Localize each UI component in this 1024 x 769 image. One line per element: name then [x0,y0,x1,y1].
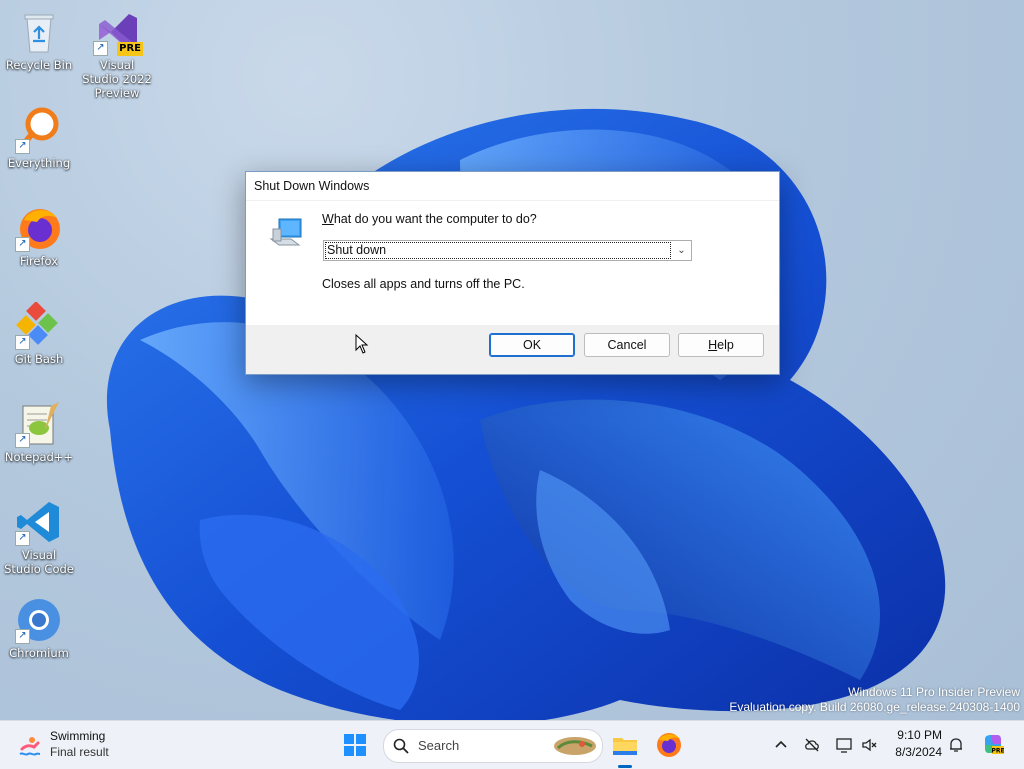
prompt-access-key: W [322,212,334,226]
action-description: Closes all apps and turns off the PC. [322,277,525,291]
desktop-icon-label: Chromium [9,646,69,660]
weather-subtitle: Final result [50,745,109,759]
taskbar-search-box[interactable]: Search [383,729,603,763]
desktop-icon-everything[interactable]: ↗ Everything [2,106,76,170]
desktop-icon-firefox[interactable]: ↗ Firefox [2,204,76,268]
shutdown-action-dropdown[interactable]: Shut down ⌄ [323,240,692,261]
clock-time: 9:10 PM [897,728,942,742]
shut-down-dialog: Shut Down Windows What do you want the c… [245,171,780,375]
desktop-icon-visual-studio-code[interactable]: ↗ Visual Studio Code [2,498,76,576]
help-access-key: H [708,338,718,352]
speaker-muted-icon[interactable] [861,736,879,754]
weather-widget[interactable]: Swimming Final result [18,728,148,762]
help-button[interactable]: Help [678,333,764,357]
search-placeholder: Search [418,738,460,753]
shortcut-arrow-icon: ↗ [15,629,30,644]
desktop-icon-label: Visual Studio 2022 Preview [82,58,152,100]
file-explorer-icon[interactable] [609,729,641,761]
shortcut-arrow-icon: ↗ [15,531,30,546]
dropdown-selected-value: Shut down [325,242,671,259]
system-clock[interactable]: 9:10 PM 8/3/2024 [888,727,942,761]
desktop-icon-git-bash[interactable]: ↗ Git Bash [2,301,76,366]
desktop-icon-notepad-plus-plus[interactable]: ↗ Notepad++ [2,400,76,464]
weather-title: Swimming [50,729,106,743]
ok-button[interactable]: OK [489,333,575,357]
desktop-icon-recycle-bin[interactable]: Recycle Bin [2,8,76,72]
shortcut-arrow-icon: ↗ [15,433,30,448]
help-label: elp [717,338,734,352]
git-bash-icon: ↗ [15,301,63,350]
everything-search-icon: ↗ [15,106,63,154]
computer-icon [269,218,302,246]
firefox-icon: ↗ [15,204,63,252]
clock-date: 8/3/2024 [895,745,942,759]
copilot-preview-icon[interactable]: PRE [982,733,1004,755]
evaluation-watermark: Windows 11 Pro Insider Preview Evaluatio… [729,685,1020,715]
watermark-line-2: Evaluation copy. Build 26080.ge_release.… [729,700,1020,714]
shortcut-arrow-icon: ↗ [15,139,30,154]
start-button[interactable] [343,733,367,757]
shortcut-arrow-icon: ↗ [15,335,30,350]
shortcut-arrow-icon: ↗ [15,237,30,252]
chromium-icon: ↗ [15,596,63,644]
mouse-cursor-icon [355,334,369,354]
swimming-icon [19,737,41,756]
search-highlight-image [554,737,596,755]
taskbar: Swimming Final result Search 9:10 PM 8/3… [0,720,1024,769]
vscode-icon: ↗ [15,498,63,546]
search-icon [393,738,409,754]
display-icon[interactable] [835,736,853,754]
dialog-prompt: What do you want the computer to do? [322,212,537,226]
chevron-up-icon[interactable] [772,736,790,754]
preview-badge: PRE [117,42,143,56]
desktop-icon-label: Visual Studio Code [4,548,74,576]
desktop-icon-visual-studio-2022-preview[interactable]: ↗ PRE Visual Studio 2022 Preview [80,8,154,100]
notepad-plus-plus-icon: ↗ [15,400,63,448]
svg-text:PRE: PRE [991,748,1004,755]
desktop-icon-chromium[interactable]: ↗ Chromium [2,596,76,660]
desktop-icon-label: Git Bash [14,352,64,366]
firefox-taskbar-icon[interactable] [653,729,685,761]
cancel-button[interactable]: Cancel [584,333,670,357]
bell-icon[interactable] [947,736,965,754]
dialog-body: What do you want the computer to do? Shu… [246,201,779,374]
desktop-icon-label: Notepad++ [4,450,74,464]
desktop-icon-label: Recycle Bin [5,58,73,72]
watermark-line-1: Windows 11 Pro Insider Preview [848,685,1020,699]
visual-studio-preview-icon: ↗ PRE [93,8,143,56]
recycle-bin-icon [15,8,63,56]
cloud-offline-icon[interactable] [803,736,821,754]
prompt-text: hat do you want the computer to do? [333,212,537,226]
desktop-icon-label: Firefox [19,254,59,268]
dialog-title: Shut Down Windows [246,172,779,200]
chevron-down-icon[interactable]: ⌄ [672,241,691,260]
desktop-icon-label: Everything [7,156,71,170]
shortcut-arrow-icon: ↗ [93,41,108,56]
